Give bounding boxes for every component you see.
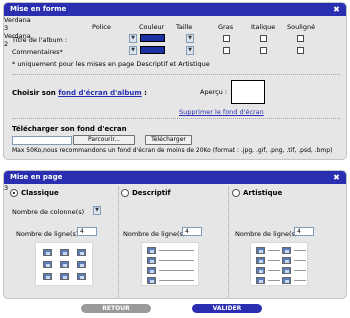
titre-gras-checkbox[interactable] — [223, 35, 230, 42]
header-police: Police — [92, 23, 111, 31]
chevron-down-icon[interactable]: ▼ — [93, 206, 101, 215]
upload-note: Max 50Ko,nous recommandons un fond d'écr… — [12, 147, 333, 154]
header-gras: Gras — [218, 23, 234, 31]
commentaires-souligne-checkbox[interactable] — [297, 47, 304, 54]
descriptif-label: Descriptif — [132, 189, 171, 197]
choisir-fond-link[interactable]: fond d'écran d'album — [58, 89, 142, 97]
telecharger-title: Télécharger son fond d'ecran — [12, 125, 127, 133]
telecharger-button[interactable]: Télécharger — [145, 135, 192, 145]
parcourir-button[interactable]: Parcourir... — [73, 135, 135, 145]
collapse-icon[interactable]: ✖ — [332, 173, 341, 182]
lignes-input-descriptif[interactable]: 4 — [182, 227, 202, 236]
classique-label: Classique — [21, 189, 59, 197]
column-divider — [228, 187, 229, 298]
apercu-label: Aperçu : — [200, 88, 228, 96]
mise-en-forme-title: Mise en forme — [10, 5, 67, 13]
colonnes-label: Nombre de colonne(s) — [12, 208, 85, 216]
lignes-input-classique[interactable]: 4 — [77, 227, 97, 236]
chevron-down-icon[interactable]: ▼ — [129, 34, 137, 43]
header-couleur: Couleur — [139, 23, 165, 31]
descriptif-preview — [141, 242, 199, 286]
commentaires-label: Commentaires* — [12, 48, 63, 56]
lignes-label-descriptif: Nombre de ligne(s) — [123, 230, 186, 238]
divider — [12, 118, 340, 119]
choisir-fond-label: Choisir son fond d'écran d'album : — [12, 89, 147, 97]
artistique-preview — [250, 242, 308, 286]
titre-size-select[interactable]: 3 — [4, 24, 14, 32]
descriptif-radio[interactable] — [121, 189, 129, 197]
commentaires-gras-checkbox[interactable] — [223, 47, 230, 54]
lignes-label-artistique: Nombre de ligne(s) — [235, 230, 298, 238]
file-path-input[interactable] — [12, 136, 72, 145]
classique-radio[interactable] — [10, 189, 18, 197]
mise-en-page-panel: Mise en page ✖ Classique Nombre de colon… — [3, 170, 347, 299]
divider — [12, 74, 340, 75]
chevron-down-icon[interactable]: ▼ — [186, 34, 194, 43]
mise-en-page-header: Mise en page ✖ — [4, 171, 346, 184]
header-italique: Italique — [251, 23, 276, 31]
mise-en-forme-header: Mise en forme ✖ — [4, 3, 346, 16]
titre-color-swatch[interactable] — [140, 34, 165, 42]
collapse-icon[interactable]: ✖ — [332, 5, 341, 14]
titre-souligne-checkbox[interactable] — [297, 35, 304, 42]
titre-album-label: Titre de l'album : — [12, 36, 68, 44]
apercu-preview — [231, 80, 265, 104]
commentaires-italique-checkbox[interactable] — [260, 47, 267, 54]
mise-en-page-title: Mise en page — [10, 173, 63, 181]
valider-button[interactable]: VALIDER — [192, 304, 262, 313]
titre-font-select[interactable]: Verdana — [4, 16, 66, 24]
column-divider — [118, 187, 119, 298]
artistique-radio[interactable] — [232, 189, 240, 197]
lignes-label-classique: Nombre de ligne(s) — [16, 230, 79, 238]
mise-en-forme-panel: Mise en forme ✖ Police Couleur Taille Gr… — [3, 2, 347, 160]
retour-button[interactable]: RETOUR — [81, 304, 151, 313]
supprimer-fond-link[interactable]: Supprimer le fond d'écran — [179, 108, 264, 116]
titre-italique-checkbox[interactable] — [260, 35, 267, 42]
header-souligne: Souligné — [287, 23, 316, 31]
classique-preview — [35, 242, 93, 286]
chevron-down-icon[interactable]: ▼ — [129, 46, 137, 55]
chevron-down-icon[interactable]: ▼ — [186, 46, 194, 55]
lignes-input-artistique[interactable]: 4 — [294, 227, 314, 236]
uniquement-note: * uniquement pour les mises en page Desc… — [12, 60, 210, 68]
artistique-label: Artistique — [243, 189, 283, 197]
header-taille: Taille — [176, 23, 193, 31]
commentaires-color-swatch[interactable] — [140, 46, 165, 54]
